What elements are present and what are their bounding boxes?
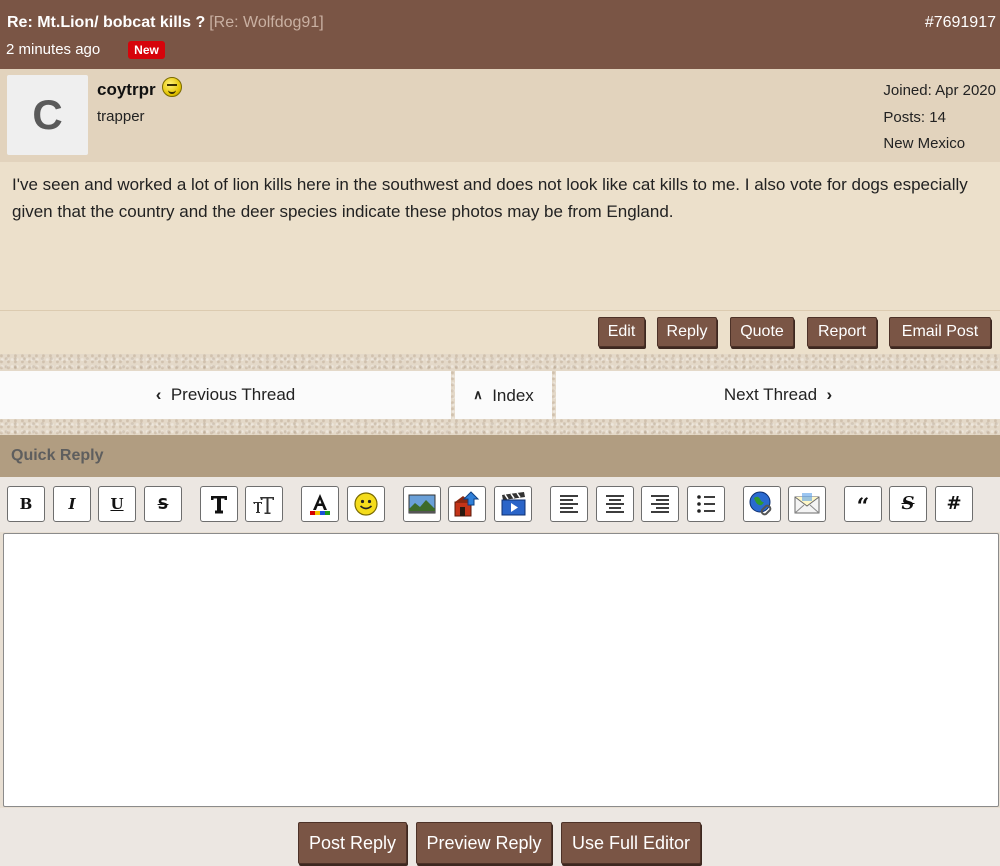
use-full-editor-button[interactable]: Use Full Editor	[561, 822, 701, 864]
align-center-button[interactable]	[596, 486, 634, 522]
hash-icon: #	[946, 493, 962, 514]
next-thread-label: Next Thread	[723, 385, 818, 404]
spoiler-s-icon: S	[901, 493, 915, 514]
email-post-button[interactable]: Email Post	[889, 317, 991, 347]
joined-date: Joined: Apr 2020	[883, 82, 996, 99]
align-left-button[interactable]	[550, 486, 588, 522]
bulleted-list-button[interactable]	[687, 486, 725, 522]
post-header: Re: Mt.Lion/ bobcat kills ? [Re: Wolfdog9…	[0, 0, 1000, 69]
thread-navigation: ‹ Previous Thread ∧ Index Next Thread ›	[0, 371, 1000, 419]
quote-marks-icon: “	[856, 494, 870, 520]
bulleted-list-icon	[697, 495, 715, 513]
font-face-button[interactable]	[200, 486, 238, 522]
align-right-icon	[651, 495, 669, 513]
editor-toolbar: B I U S “ S #	[0, 477, 1000, 532]
post-title: Re: Mt.Lion/ bobcat kills ? [Re: Wolfdog9…	[7, 14, 324, 32]
globe-link-icon	[749, 491, 772, 516]
font-color-button[interactable]	[301, 486, 339, 522]
next-thread-link[interactable]: Next Thread ›	[556, 371, 1000, 419]
post-reply-button[interactable]: Post Reply	[298, 822, 407, 864]
video-icon	[501, 492, 526, 516]
post-title-text[interactable]: Re: Mt.Lion/ bobcat kills ?	[7, 14, 205, 31]
smiley-icon	[354, 492, 378, 516]
envelope-icon	[794, 493, 820, 514]
quote-button[interactable]: Quote	[730, 317, 794, 347]
chevron-right-icon: ›	[826, 385, 833, 404]
font-size-button[interactable]	[245, 486, 283, 522]
avatar[interactable]: C	[7, 75, 88, 155]
insert-link-button[interactable]	[743, 486, 781, 522]
reply-button[interactable]: Reply	[657, 317, 717, 347]
insert-video-button[interactable]	[494, 486, 532, 522]
edit-button[interactable]: Edit	[598, 317, 645, 347]
reply-submit-area: Post Reply Preview Reply Use Full Editor	[0, 808, 1000, 866]
smiley-button[interactable]	[347, 486, 385, 522]
previous-thread-label: Previous Thread	[170, 385, 296, 404]
italic-button[interactable]: I	[53, 486, 91, 522]
report-button[interactable]: Report	[807, 317, 877, 347]
post-number[interactable]: #7691917	[925, 14, 996, 32]
align-center-icon	[606, 495, 624, 513]
font-color-icon	[310, 494, 330, 515]
user-location: New Mexico	[883, 135, 966, 152]
post-reply-to[interactable]: [Re: Wolfdog91]	[209, 14, 323, 31]
font-face-icon	[211, 496, 227, 514]
strikethrough-button[interactable]: S	[144, 486, 182, 522]
insert-email-button[interactable]	[788, 486, 826, 522]
user-title: trapper	[97, 108, 145, 125]
separator-texture	[0, 354, 1000, 371]
post-actions: Edit Reply Quote Report Email Post	[0, 310, 1000, 354]
chevron-left-icon: ‹	[155, 385, 162, 404]
font-size-icon	[253, 497, 274, 514]
quick-reply-title: Quick Reply	[11, 447, 104, 464]
author-area: C coytrpr trapper Joined: Apr 2020 Posts…	[0, 69, 1000, 162]
upload-button[interactable]	[448, 486, 486, 522]
separator-texture	[0, 419, 1000, 435]
post-count: Posts: 14	[883, 108, 946, 126]
online-smiley-icon	[162, 77, 182, 97]
bold-button[interactable]: B	[7, 486, 45, 522]
align-right-button[interactable]	[641, 486, 679, 522]
quick-reply-header: Quick Reply	[0, 435, 1000, 477]
code-button[interactable]: #	[935, 486, 973, 522]
quote-text-button[interactable]: “	[844, 486, 882, 522]
preview-reply-button[interactable]: Preview Reply	[416, 822, 552, 864]
previous-thread-link[interactable]: ‹ Previous Thread	[0, 371, 451, 419]
align-left-icon	[560, 495, 578, 513]
user-stats: Joined: Apr 2020 Posts: 14 New Mexico	[883, 78, 996, 158]
index-link[interactable]: ∧ Index	[455, 371, 552, 419]
username[interactable]: coytrpr	[97, 80, 156, 100]
index-label: Index	[492, 386, 534, 405]
upload-icon	[454, 491, 480, 517]
reply-textarea[interactable]	[3, 533, 999, 807]
post-body: I've seen and worked a lot of lion kills…	[0, 162, 1000, 310]
spoiler-button[interactable]: S	[889, 486, 927, 522]
post-text: I've seen and worked a lot of lion kills…	[12, 175, 968, 221]
underline-button[interactable]: U	[98, 486, 136, 522]
post-time: 2 minutes ago	[6, 41, 101, 58]
image-icon	[408, 494, 436, 514]
insert-image-button[interactable]	[403, 486, 441, 522]
chevron-up-icon: ∧	[473, 387, 483, 402]
new-badge: New	[128, 41, 165, 59]
